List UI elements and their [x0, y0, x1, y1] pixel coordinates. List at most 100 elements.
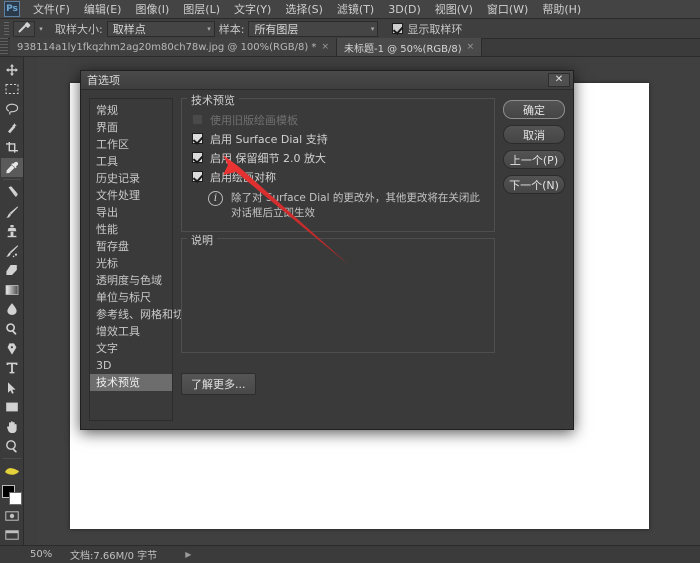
dialog-main-panel: 技术预览 使用旧版绘画模板 启用 Surface Dial 支持 启: [181, 98, 495, 421]
blur-tool[interactable]: [1, 300, 23, 320]
path-selection-tool[interactable]: [1, 378, 23, 398]
dodge-tool[interactable]: [1, 319, 23, 339]
technology-previews-group: 技术预览 使用旧版绘画模板 启用 Surface Dial 支持 启: [181, 98, 495, 232]
description-box: [181, 238, 495, 353]
hand-tool[interactable]: [1, 417, 23, 437]
tool-options-bar: ▾ 取样大小: 取样点 ▾ 样本: 所有图层 ▾ 显示取样环: [0, 19, 700, 39]
preferences-category-list[interactable]: 常规 界面 工作区 工具 历史记录 文件处理 导出 性能 暂存盘 光标 透明度与…: [89, 98, 173, 421]
description-group: 说明: [181, 238, 495, 353]
screen-mode-icon[interactable]: [1, 526, 23, 546]
sample-size-select[interactable]: 取样点 ▾: [107, 21, 215, 37]
category-item-plugins[interactable]: 增效工具: [90, 323, 172, 340]
history-brush-tool[interactable]: [1, 241, 23, 261]
category-item-scratch-disks[interactable]: 暂存盘: [90, 238, 172, 255]
ok-button[interactable]: 确定: [503, 100, 565, 119]
chevron-right-icon[interactable]: ▶: [185, 550, 191, 559]
dialog-title-bar[interactable]: 首选项 ✕: [81, 71, 573, 90]
category-item-type[interactable]: 文字: [90, 340, 172, 357]
category-item-export[interactable]: 导出: [90, 204, 172, 221]
learn-more-button[interactable]: 了解更多...: [181, 373, 256, 395]
left-gutter: [24, 57, 38, 545]
category-item-general[interactable]: 常规: [90, 102, 172, 119]
move-tool[interactable]: [1, 60, 23, 80]
menu-item-edit[interactable]: 编辑(E): [77, 0, 129, 19]
document-tab-2[interactable]: 未标题-1 @ 50%(RGB/8) ×: [337, 38, 482, 56]
sample-label: 样本:: [219, 21, 245, 37]
edit-toolbar-tool[interactable]: [1, 461, 23, 481]
chevron-down-icon[interactable]: ▾: [35, 21, 47, 37]
sample-select[interactable]: 所有图层 ▾: [248, 21, 378, 37]
close-icon[interactable]: ×: [321, 42, 329, 52]
spot-healing-brush-tool[interactable]: [1, 182, 23, 202]
menu-item-window[interactable]: 窗口(W): [480, 0, 535, 19]
chevron-down-icon: ▾: [371, 25, 375, 33]
technology-previews-info-text: 除了对 Surface Dial 的更改外，其他更改将在关闭此对话框后立即生效: [231, 191, 484, 221]
clone-stamp-tool[interactable]: [1, 221, 23, 241]
preferences-dialog[interactable]: 首选项 ✕ 常规 界面 工作区 工具 历史记录 文件处理 导出 性能 暂存盘 光…: [80, 70, 574, 430]
show-sampling-ring-checkbox[interactable]: 显示取样环: [392, 21, 462, 37]
brush-tool[interactable]: [1, 202, 23, 222]
gradient-tool[interactable]: [1, 280, 23, 300]
close-icon[interactable]: ×: [467, 42, 475, 52]
category-item-performance[interactable]: 性能: [90, 221, 172, 238]
color-swatches[interactable]: [1, 484, 23, 506]
tab-bar-grip[interactable]: [0, 38, 8, 56]
technology-previews-box: 使用旧版绘画模板 启用 Surface Dial 支持 启用 保留细节 2.0 …: [181, 98, 495, 232]
next-button[interactable]: 下一个(N): [503, 175, 565, 194]
menu-item-layer[interactable]: 图层(L): [176, 0, 227, 19]
option-preserve-details-upscale[interactable]: 启用 保留细节 2.0 放大: [192, 149, 484, 166]
category-item-interface[interactable]: 界面: [90, 119, 172, 136]
menu-item-view[interactable]: 视图(V): [428, 0, 480, 19]
eyedropper-icon[interactable]: [13, 21, 35, 37]
option-enable-paint-symmetry[interactable]: 启用绘画对称: [192, 168, 484, 185]
type-tool[interactable]: [1, 358, 23, 378]
toolbar-divider: [3, 458, 21, 459]
category-item-tools[interactable]: 工具: [90, 153, 172, 170]
zoom-level[interactable]: 50%: [0, 549, 52, 560]
options-bar-grip[interactable]: [4, 22, 9, 36]
menu-item-select[interactable]: 选择(S): [278, 0, 330, 19]
quick-mask-icon[interactable]: [1, 506, 23, 526]
prev-button[interactable]: 上一个(P): [503, 150, 565, 169]
pen-tool[interactable]: [1, 339, 23, 359]
category-item-cursors[interactable]: 光标: [90, 255, 172, 272]
zoom-tool[interactable]: [1, 437, 23, 457]
category-item-transparency-gamut[interactable]: 透明度与色域: [90, 272, 172, 289]
document-size-info: 文档:7.66M/0 字节: [70, 547, 157, 562]
rectangular-marquee-tool[interactable]: [1, 80, 23, 100]
rectangle-tool[interactable]: [1, 398, 23, 418]
option-legacy-paint-engine: 使用旧版绘画模板: [192, 111, 484, 128]
crop-tool[interactable]: [1, 138, 23, 158]
menu-item-type[interactable]: 文字(Y): [227, 0, 278, 19]
category-item-guides-grid-slices[interactable]: 参考线、网格和切片: [90, 306, 172, 323]
menu-item-help[interactable]: 帮助(H): [535, 0, 588, 19]
document-tab-2-title: 未标题-1 @ 50%(RGB/8): [344, 40, 462, 55]
technology-previews-title: 技术预览: [187, 92, 239, 108]
close-icon[interactable]: ✕: [548, 73, 570, 87]
eyedropper-tool[interactable]: [1, 158, 23, 178]
option-preserve-details-upscale-label: 启用 保留细节 2.0 放大: [210, 150, 326, 166]
cancel-button[interactable]: 取消: [503, 125, 565, 144]
option-enable-surface-dial-label: 启用 Surface Dial 支持: [210, 131, 328, 147]
option-enable-paint-symmetry-label: 启用绘画对称: [210, 169, 276, 185]
menu-item-3d[interactable]: 3D(D): [381, 1, 428, 18]
category-item-3d[interactable]: 3D: [90, 357, 172, 374]
category-item-workspace[interactable]: 工作区: [90, 136, 172, 153]
category-item-units-rulers[interactable]: 单位与标尺: [90, 289, 172, 306]
document-tab-1[interactable]: 938114a1ly1fkqzhm2ag20m80ch78w.jpg @ 100…: [10, 38, 337, 56]
dialog-title: 首选项: [87, 72, 120, 88]
eraser-tool[interactable]: [1, 261, 23, 281]
menu-item-file[interactable]: 文件(F): [26, 0, 77, 19]
category-item-technology-previews[interactable]: 技术预览: [90, 374, 172, 391]
quick-selection-tool[interactable]: [1, 119, 23, 139]
lasso-tool[interactable]: [1, 99, 23, 119]
sample-size-label: 取样大小:: [55, 21, 103, 37]
category-item-history-log[interactable]: 历史记录: [90, 170, 172, 187]
category-item-file-handling[interactable]: 文件处理: [90, 187, 172, 204]
menu-item-filter[interactable]: 滤镜(T): [330, 0, 381, 19]
option-legacy-paint-engine-label: 使用旧版绘画模板: [210, 112, 298, 128]
chevron-down-icon: ▾: [207, 25, 211, 33]
option-enable-surface-dial[interactable]: 启用 Surface Dial 支持: [192, 130, 484, 147]
background-color-swatch[interactable]: [9, 492, 22, 505]
menu-item-image[interactable]: 图像(I): [128, 0, 176, 19]
